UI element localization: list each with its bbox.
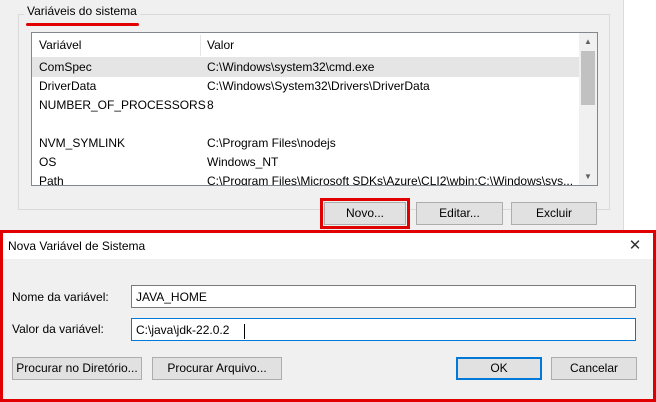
list-row[interactable]: ComSpec C:\Windows\system32\cmd.exe [32,58,579,77]
variable-name-field[interactable] [131,285,636,308]
row-variable-value: C:\Windows\System32\Drivers\DriverData [207,79,430,93]
list-vertical-scrollbar[interactable]: ▲ ▼ [579,33,597,185]
system-variables-panel: Variáveis do sistema Variável Valor ComS… [0,0,624,232]
variable-value-label: Valor da variável: [12,322,104,336]
list-row[interactable]: Path C:\Program Files\Microsoft SDKs\Azu… [32,172,579,186]
variable-value-field[interactable] [131,318,636,341]
scroll-down-arrow-icon[interactable]: ▼ [579,168,597,185]
column-header-value[interactable]: Valor [200,33,234,58]
text-cursor [244,324,245,339]
dialog-title: Nova Variável de Sistema [8,239,146,253]
scroll-up-arrow-icon[interactable]: ▲ [579,33,597,50]
title-highlight-underline [26,23,139,26]
row-variable-name: DriverData [39,79,97,93]
list-header: Variável Valor [32,33,579,58]
new-button-highlight [320,198,410,229]
browse-file-button[interactable]: Procurar Arquivo... [152,357,282,380]
row-variable-value: C:\Program Files\Microsoft SDKs\Azure\CL… [207,174,574,186]
cancel-button[interactable]: Cancelar [551,357,637,380]
ok-button[interactable]: OK [456,357,542,380]
row-variable-name: ComSpec [39,60,92,74]
edit-variable-button[interactable]: Editar... [416,202,503,225]
row-variable-value: Windows_NT [207,155,279,169]
list-row[interactable]: DriverData C:\Windows\System32\Drivers\D… [32,77,579,96]
new-system-variable-dialog: Nova Variável de Sistema ✕ Nome da variá… [0,230,656,402]
row-variable-value: C:\Windows\system32\cmd.exe [207,60,375,74]
row-variable-name: NVM_SYMLINK [39,136,126,150]
list-row[interactable]: NUMBER_OF_PROCESSORS 8 [32,96,579,115]
row-variable-name: NUMBER_OF_PROCESSORS [39,98,206,112]
browse-directory-button[interactable]: Procurar no Diretório... [12,357,142,380]
dialog-titlebar[interactable]: Nova Variável de Sistema ✕ [3,233,653,259]
row-variable-name: Path [39,174,64,186]
system-variables-title: Variáveis do sistema [24,4,140,18]
row-variable-name: OS [39,155,57,169]
list-row[interactable]: OS Windows_NT [32,153,579,172]
list-row[interactable]: NVM_SYMLINK C:\Program Files\nodejs [32,134,579,153]
column-header-variable[interactable]: Variável [32,33,200,58]
scrollbar-thumb[interactable] [581,51,595,105]
row-variable-value: 8 [207,98,214,112]
row-variable-value: C:\Program Files\nodejs [207,136,336,150]
list-row[interactable] [32,115,579,134]
variable-name-label: Nome da variável: [12,290,109,304]
system-variables-list[interactable]: Variável Valor ComSpec C:\Windows\system… [31,32,598,186]
close-icon[interactable]: ✕ [625,236,645,256]
delete-variable-button[interactable]: Excluir [511,202,597,225]
